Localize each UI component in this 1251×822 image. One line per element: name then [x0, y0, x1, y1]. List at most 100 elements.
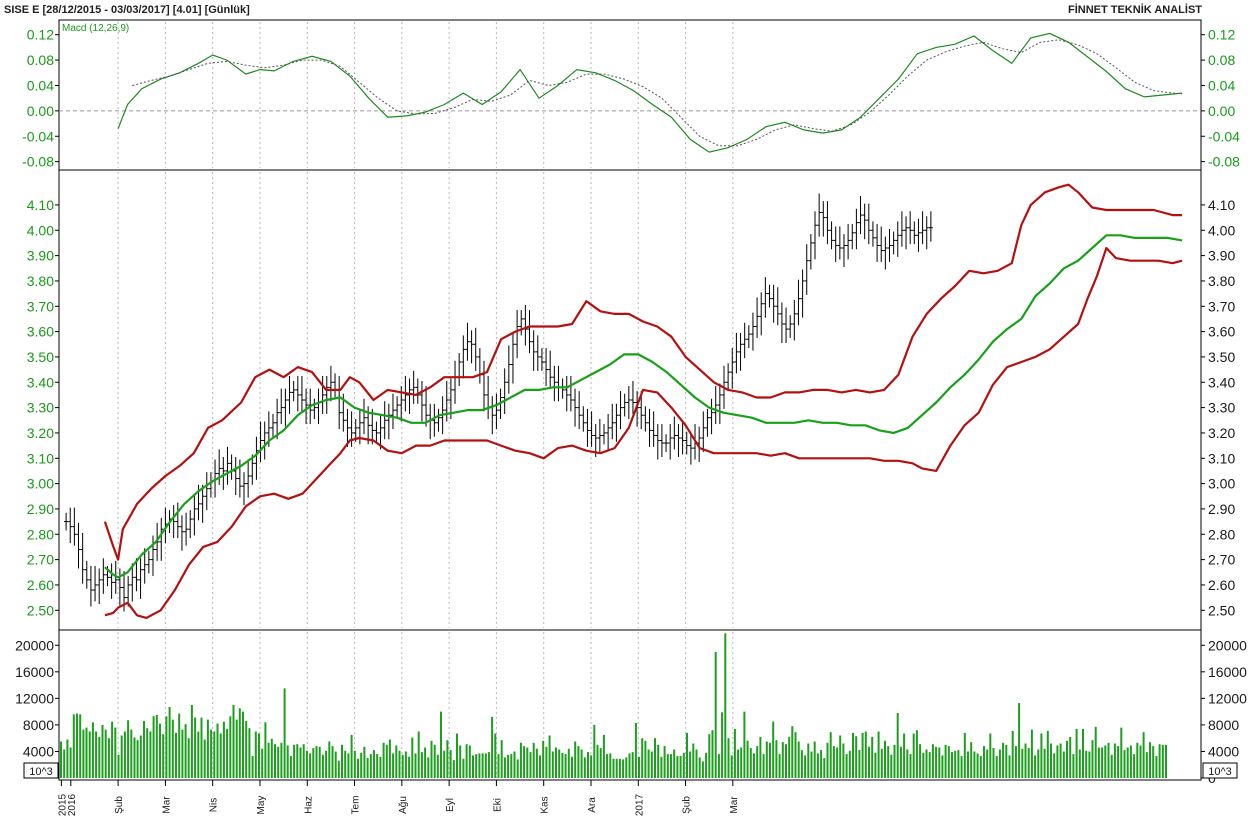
volume-y-tick-label: 12000 [15, 690, 54, 706]
macd-y-tick-label: 0.12 [27, 27, 54, 43]
volume-bar [302, 744, 305, 778]
x-axis-label: Haz [303, 796, 314, 814]
volume-bar [107, 738, 110, 778]
volume-bar [1113, 743, 1116, 778]
volume-bar [941, 755, 944, 778]
price-y-tick-label-right: 3.20 [1208, 425, 1235, 441]
volume-bar [542, 740, 545, 778]
volume-bar [986, 749, 989, 778]
volume-bar [973, 751, 976, 778]
price-y-tick-label-right: 3.30 [1208, 400, 1235, 416]
volume-bar [143, 720, 145, 778]
price-y-tick-label: 3.00 [27, 476, 54, 492]
volume-bar [398, 750, 401, 778]
volume-bar [484, 753, 487, 778]
volume-bar [411, 737, 414, 778]
volume-bar [1075, 728, 1078, 778]
volume-bar [622, 759, 625, 778]
volume-bar [967, 751, 969, 778]
volume-bar [944, 744, 947, 778]
volume-bar [258, 733, 260, 778]
volume-bar [928, 752, 931, 778]
volume-bar [1107, 742, 1110, 778]
volume-bar [791, 726, 794, 778]
volume-bar [912, 733, 915, 778]
volume-bar [117, 754, 120, 778]
volume-bar [919, 744, 922, 778]
volume-bar [91, 722, 94, 778]
volume-bar [395, 745, 398, 778]
volume-y-tick-label: 16000 [15, 664, 54, 680]
volume-bar [305, 750, 308, 778]
volume-bar [1145, 752, 1148, 778]
volume-bar [363, 746, 366, 778]
volume-bar [717, 754, 720, 778]
volume-bar [318, 746, 321, 778]
volume-bar [449, 750, 452, 778]
volume-bar [692, 743, 695, 778]
volume-bar [76, 713, 78, 778]
volume-bar [858, 750, 861, 778]
volume-bar [954, 750, 957, 778]
volume-bar [510, 754, 513, 778]
volume-bar [274, 744, 276, 778]
volume-bar [890, 754, 893, 778]
volume-bar [970, 742, 973, 778]
price-y-tick-label-right: 2.60 [1208, 577, 1235, 593]
volume-y-tick-label-right: 8000 [1208, 717, 1239, 733]
volume-bar [373, 750, 375, 778]
volume-bar [1008, 755, 1011, 778]
volume-bar [1069, 736, 1072, 778]
volume-bar [660, 756, 663, 778]
volume-bar [523, 746, 526, 778]
volume-bar [673, 749, 676, 778]
volume-bar [618, 758, 621, 778]
volume-bar [1072, 754, 1075, 778]
volume-bar [248, 728, 251, 778]
volume-bar [654, 738, 656, 778]
volume-bar [663, 746, 666, 778]
volume-bar [206, 719, 209, 778]
volume-bar [456, 733, 458, 778]
volume-bar [535, 748, 538, 778]
volume-bar [823, 758, 826, 778]
volume-bar [296, 744, 299, 778]
volume-bar [130, 729, 133, 778]
volume-y-tick-label-right: 4000 [1208, 743, 1239, 759]
volume-bar [583, 757, 586, 778]
volume-bar [1037, 749, 1040, 778]
volume-bar [737, 749, 740, 778]
volume-bar [915, 730, 918, 778]
volume-bar [312, 748, 315, 778]
price-y-tick-label: 3.10 [27, 450, 54, 466]
volume-bar [235, 719, 238, 778]
volume-y-tick-label-right: 20000 [1208, 637, 1247, 653]
volume-bar [440, 711, 442, 778]
volume-y-tick-label: 20000 [15, 637, 54, 653]
volume-bar [85, 727, 88, 778]
volume-bar [769, 742, 771, 778]
volume-bar [171, 719, 174, 778]
volume-bar [788, 736, 791, 778]
volume-bar [775, 740, 778, 778]
volume-bar [670, 754, 672, 778]
volume-bar [593, 724, 596, 778]
volume-bar [385, 744, 388, 778]
volume-bar [184, 724, 187, 778]
volume-bar [714, 651, 717, 778]
volume-bar [1133, 754, 1136, 778]
volume-bar [657, 744, 660, 778]
macd-y-tick-label-right: 0.00 [1208, 103, 1235, 119]
volume-bar [321, 754, 324, 778]
volume-bar [491, 716, 494, 778]
volume-bar [1021, 748, 1024, 778]
volume-bar [644, 740, 647, 778]
volume-bar [877, 731, 880, 778]
volume-y-tick-label: 8000 [23, 717, 54, 733]
volume-bar [146, 728, 149, 778]
volume-bar [705, 752, 708, 778]
price-y-tick-label: 3.90 [27, 248, 54, 264]
volume-bar [254, 731, 257, 778]
price-y-tick-label-right: 3.00 [1208, 476, 1235, 492]
price-y-tick-label-right: 2.80 [1208, 526, 1235, 542]
